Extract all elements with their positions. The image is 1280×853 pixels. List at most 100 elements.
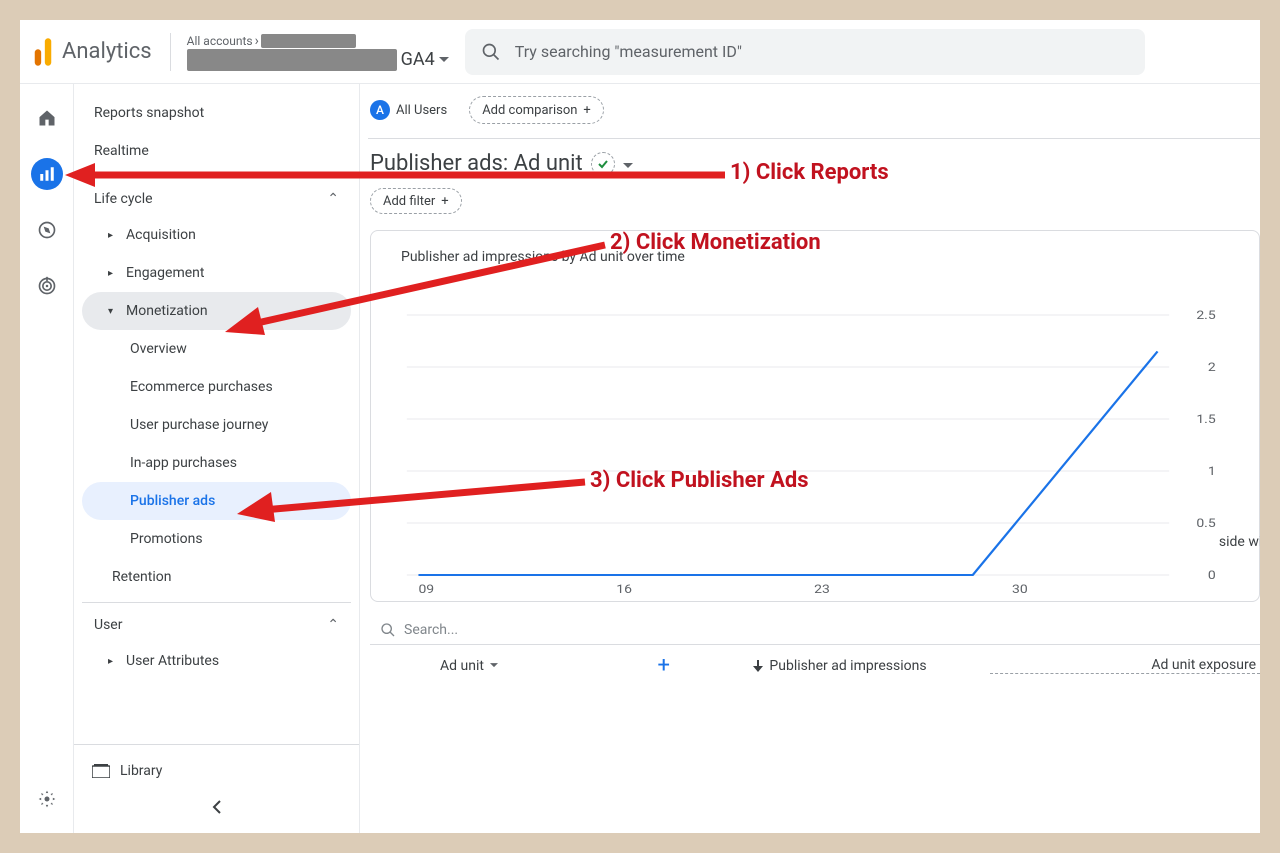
svg-text:16: 16	[616, 583, 632, 595]
report-title-bar: Publisher ads: Ad unit	[368, 151, 1260, 176]
col-label: Ad unit exposure	[1151, 657, 1256, 673]
sidebar-reports-snapshot[interactable]: Reports snapshot	[82, 94, 351, 132]
caret-right-icon: ▸	[108, 656, 118, 667]
search-placeholder: Search...	[404, 622, 458, 638]
caret-right-icon: ▸	[108, 230, 118, 241]
svg-text:2: 2	[1208, 361, 1216, 375]
gear-icon	[37, 789, 57, 809]
add-comparison-button[interactable]: Add comparison +	[469, 96, 604, 124]
sidebar-item-retention[interactable]: Retention	[82, 558, 351, 596]
pill-label: Add comparison	[482, 103, 577, 118]
nav-reports[interactable]	[31, 158, 63, 190]
add-filter-button[interactable]: Add filter +	[370, 188, 462, 214]
svg-text:23: 23	[814, 583, 830, 595]
search-input[interactable]: Try searching "measurement ID"	[465, 29, 1145, 75]
nav-label: Retention	[112, 569, 172, 585]
section-label: User	[94, 617, 122, 633]
ga4-app-window: Analytics All accounts › GA4 Try searchi…	[20, 20, 1260, 833]
sidebar-leaf-promotions[interactable]: Promotions	[82, 520, 351, 558]
account-selector[interactable]: All accounts › GA4	[170, 33, 449, 71]
sidebar-leaf-inapp[interactable]: In-app purchases	[82, 444, 351, 482]
nav-admin[interactable]	[31, 783, 63, 815]
reports-icon	[38, 165, 56, 183]
sidebar-realtime[interactable]: Realtime	[82, 132, 351, 170]
search-placeholder: Try searching "measurement ID"	[515, 42, 742, 61]
search-icon	[481, 42, 501, 62]
svg-text:30: 30	[1012, 583, 1028, 595]
svg-text:1.5: 1.5	[1196, 413, 1215, 427]
redacted-property	[187, 49, 397, 71]
col-label: Publisher ad impressions	[769, 658, 926, 674]
redacted-account	[261, 34, 356, 48]
sidebar-leaf-overview[interactable]: Overview	[82, 330, 351, 368]
svg-text:09Jul: 09Jul	[418, 583, 437, 595]
caret-down-icon: ▾	[108, 306, 118, 317]
sidebar-item-user-attributes[interactable]: ▸ User Attributes	[82, 642, 351, 680]
product-name: Analytics	[62, 39, 152, 64]
main-content: A All Users Add comparison + Publisher a…	[360, 84, 1260, 833]
data-table: Search... Ad unit + Publisher ad impress…	[370, 616, 1260, 686]
segment-badge: A	[370, 100, 390, 120]
plus-icon: +	[441, 194, 448, 209]
sidebar-leaf-publisher-ads[interactable]: Publisher ads	[82, 482, 351, 520]
nav-label: Acquisition	[126, 227, 196, 243]
svg-text:0.5: 0.5	[1196, 517, 1215, 531]
table-header-row: Ad unit + Publisher ad impressions Ad un…	[370, 644, 1260, 686]
nav-label: Monetization	[126, 303, 208, 319]
sidebar-leaf-ecommerce[interactable]: Ecommerce purchases	[82, 368, 351, 406]
add-dimension-button[interactable]: +	[658, 653, 670, 678]
library-icon	[92, 764, 110, 778]
svg-text:0: 0	[1208, 569, 1216, 583]
home-icon	[37, 108, 57, 128]
library-label: Library	[120, 763, 162, 779]
column-metric-impressions[interactable]: Publisher ad impressions	[690, 658, 990, 674]
chevron-down-icon	[439, 57, 449, 63]
chevron-left-icon	[212, 799, 222, 815]
sidebar-item-monetization[interactable]: ▾ Monetization	[82, 292, 351, 330]
sidebar-leaf-journey[interactable]: User purchase journey	[82, 406, 351, 444]
svg-text:1: 1	[1208, 465, 1216, 479]
reports-sidebar: Reports snapshot Realtime Life cycle ⌃ ▸…	[74, 84, 360, 833]
column-metric-exposure[interactable]: Ad unit exposure	[990, 657, 1260, 674]
analytics-logo-icon	[32, 38, 54, 66]
search-icon	[380, 622, 396, 638]
adjacent-card-label: side widget	[1219, 534, 1260, 550]
title-dropdown[interactable]	[623, 154, 633, 173]
caret-right-icon: ▸	[108, 268, 118, 279]
sidebar-library[interactable]: Library	[74, 753, 359, 789]
product-logo[interactable]: Analytics	[32, 38, 152, 66]
chevron-down-icon	[623, 163, 633, 169]
page-title: Publisher ads: Ad unit	[370, 151, 583, 176]
sort-down-icon	[753, 660, 763, 672]
sidebar-section-user[interactable]: User ⌃	[82, 602, 351, 642]
col-label: Ad unit	[440, 658, 484, 674]
left-icon-rail	[20, 84, 74, 833]
table-search[interactable]: Search...	[370, 616, 1260, 644]
chevron-up-icon: ⌃	[327, 191, 339, 207]
column-dimension[interactable]: Ad unit +	[370, 653, 690, 678]
chart-title: Publisher ad impressions by Ad unit over…	[401, 249, 1239, 265]
line-chart: 2.5 2 1.5 1 0.5 0 09Jul 16 23 30	[401, 275, 1239, 595]
app-body: Reports snapshot Realtime Life cycle ⌃ ▸…	[20, 84, 1260, 833]
chevron-down-icon	[490, 663, 498, 668]
app-header: Analytics All accounts › GA4 Try searchi…	[20, 20, 1260, 84]
property-label: GA4	[401, 49, 435, 70]
sidebar-collapse-button[interactable]	[74, 789, 359, 825]
pill-label: Add filter	[383, 194, 435, 209]
sidebar-item-acquisition[interactable]: ▸ Acquisition	[82, 216, 351, 254]
svg-text:2.5: 2.5	[1196, 309, 1215, 323]
target-icon	[37, 276, 57, 296]
breadcrumb-prefix: All accounts	[187, 34, 253, 48]
nav-home[interactable]	[31, 102, 63, 134]
nav-advertising[interactable]	[31, 270, 63, 302]
chart-card: Publisher ad impressions by Ad unit over…	[370, 230, 1260, 602]
sidebar-section-life-cycle[interactable]: Life cycle ⌃	[82, 176, 351, 216]
status-check-icon[interactable]	[591, 152, 615, 176]
explore-icon	[37, 220, 57, 240]
plus-icon: +	[583, 103, 590, 118]
nav-explore[interactable]	[31, 214, 63, 246]
sidebar-item-engagement[interactable]: ▸Engagement	[82, 254, 351, 292]
nav-label: User Attributes	[126, 653, 219, 669]
segment-all-users[interactable]: A All Users	[370, 96, 459, 124]
section-label: Life cycle	[94, 191, 153, 207]
